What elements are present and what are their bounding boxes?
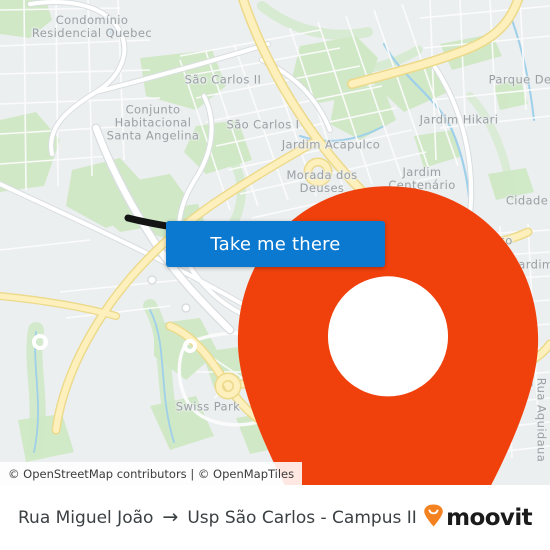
trip-footer: Rua Miguel João → Usp São Carlos - Campu… <box>0 485 550 550</box>
take-me-there-label: Take me there <box>210 233 341 255</box>
moovit-wordmark: moovit <box>446 504 532 531</box>
trip-origin: Rua Miguel João <box>18 507 154 528</box>
map-attribution[interactable]: © OpenStreetMap contributors | © OpenMap… <box>0 462 303 485</box>
route-overlay: Take me there <box>0 0 550 485</box>
take-me-there-button[interactable]: Take me there <box>166 221 385 267</box>
origin-pin[interactable] <box>113 177 539 485</box>
attribution-text: © OpenStreetMap contributors | © OpenMap… <box>8 466 295 481</box>
moovit-map-screen: Condomínio Residencial Quebec São Carlos I… <box>0 0 550 550</box>
trip-summary: Rua Miguel João → Usp São Carlos - Campu… <box>18 508 423 528</box>
arrow-right-icon: → <box>162 506 179 528</box>
trip-destination: Usp São Carlos - Campus II <box>187 507 417 528</box>
map-canvas[interactable]: Condomínio Residencial Quebec São Carlos I… <box>0 0 550 485</box>
moovit-pin-icon <box>423 503 444 532</box>
moovit-logo[interactable]: moovit <box>423 503 533 532</box>
